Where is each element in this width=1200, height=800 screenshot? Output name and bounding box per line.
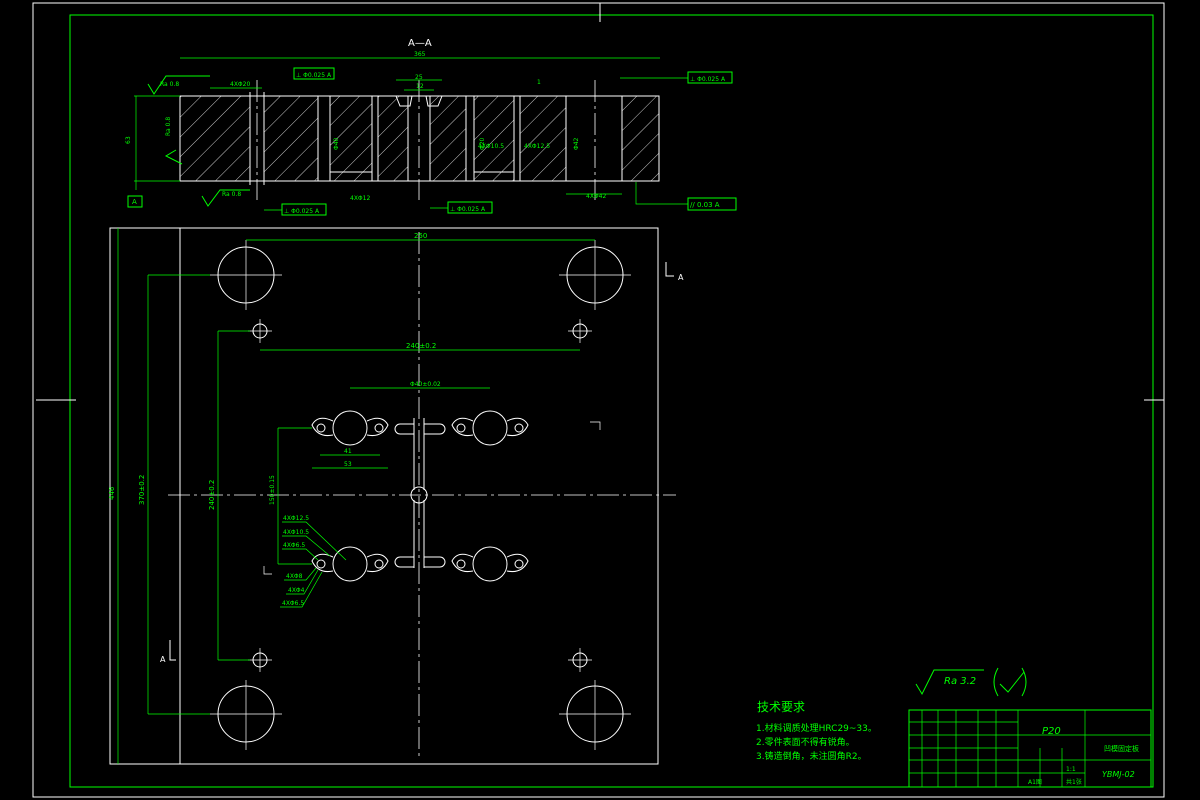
requirement-2: 2.零件表面不得有锐角。 [756, 736, 855, 748]
dim-12: 12 [416, 83, 424, 90]
dim-thickness: 63 [125, 136, 132, 144]
holes-4x20: 4XΦ20 [230, 81, 250, 88]
requirements-title: 技术要求 [757, 700, 805, 714]
ra-left-side: Ra 0.8 [165, 117, 172, 136]
dim-20-vertical: Φ20 [479, 137, 486, 150]
section-mark-left: A [160, 655, 166, 664]
dim-center: Φ40±0.02 [410, 381, 441, 388]
datum-a: A [132, 198, 137, 206]
cavity-bottom-right [451, 546, 529, 582]
dim-40: Φ40 [333, 137, 340, 150]
hole-4x12-5: 4XΦ12.5 [524, 143, 550, 150]
callout-5: 4XΦ4 [288, 587, 305, 594]
hole-callouts: 4XΦ12.5 4XΦ10.5 4XΦ6.5 4XΦ8 4XΦ4 4XΦ6.5 [280, 515, 347, 608]
requirement-3: 3.铸造倒角，未注圆角R2。 [756, 750, 867, 762]
callout-6: 4XΦ6.5 [282, 600, 304, 607]
requirement-1: 1.材料调质处理HRC29~33。 [756, 722, 877, 734]
section-mark-right: A [678, 273, 684, 282]
perp-tol-3: ⊥ Φ0.025 A [284, 208, 320, 215]
section-label: A—A [408, 38, 432, 49]
title-drawing-no: YBMJ-02 [1102, 770, 1135, 779]
dim-pins-vertical-2: 240±0.2 [208, 480, 216, 510]
title-material: P20 [1042, 726, 1061, 737]
roughness-symbol: Ra 3.2 [915, 667, 1027, 697]
dim-53: 53 [344, 461, 352, 468]
title-block: P20 凹模固定板 YBMJ-02 A1图 共1张 1:1 [908, 709, 1152, 788]
title-sheet: A1图 [1028, 779, 1042, 786]
technical-requirements: 技术要求 1.材料调质处理HRC29~33。 2.零件表面不得有锐角。 3.铸造… [756, 700, 877, 762]
title-scale: 1:1 [1066, 766, 1076, 773]
dim-pins: 240±0.2 [406, 342, 436, 350]
dim-pins-vertical: 370±0.2 [138, 475, 146, 505]
dim-41: 41 [344, 448, 352, 455]
dim-42: Φ42 [573, 137, 580, 150]
callout-2: 4XΦ10.5 [283, 529, 309, 536]
dim-1: 1 [537, 79, 541, 86]
title-part-name: 凹模固定板 [1104, 744, 1139, 753]
dim-inner-vertical: 150±0.15 [269, 475, 276, 505]
dim-overall-width: 365 [414, 51, 426, 58]
hole-4x12: 4XΦ12 [350, 195, 370, 202]
cavity-top-left [311, 410, 389, 446]
ra-left-top: Ra 0.8 [160, 81, 179, 88]
callout-1: 4XΦ12.5 [283, 515, 309, 522]
cavity-top-right [451, 410, 529, 446]
title-count: 共1张 [1066, 778, 1082, 786]
perp-tol-4: ⊥ Φ0.025 A [450, 206, 486, 213]
perp-tol-1: ⊥ Φ0.025 A [296, 72, 332, 79]
cad-drawing: A—A 365 25 12 1 4XΦ20 4XΦ42 4XΦ12 4XΦ10.… [32, 2, 1165, 798]
plan-view: 250 240±0.2 Φ40±0.02 41 53 446 370±0.2 2… [108, 227, 684, 765]
ra-left-bottom: Ra 0.8 [222, 191, 241, 198]
dim-top: 250 [414, 232, 427, 240]
callout-4: 4XΦ8 [286, 573, 303, 580]
dim-height: 446 [108, 486, 116, 500]
parallel-tol: // 0.03 A [690, 201, 720, 209]
callout-3: 4XΦ6.5 [283, 542, 305, 549]
cavity-bottom-left [311, 546, 389, 582]
perp-tol-2: ⊥ Φ0.025 A [690, 76, 726, 83]
section-view: A—A 365 25 12 1 4XΦ20 4XΦ42 4XΦ12 4XΦ10.… [125, 38, 737, 216]
roughness-label: Ra 3.2 [944, 676, 976, 687]
